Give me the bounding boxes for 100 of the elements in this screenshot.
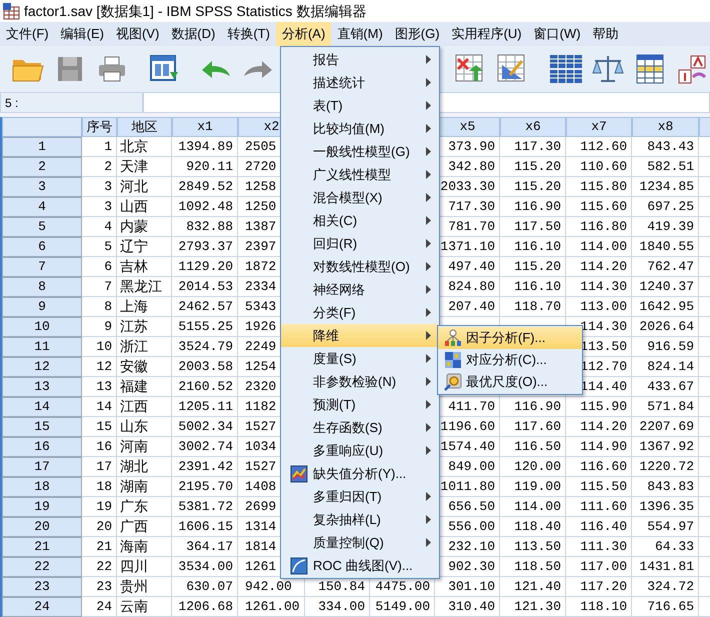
table-cell: 1220.72: [632, 457, 699, 477]
table-cell: 2003.58: [172, 357, 238, 377]
column-header[interactable]: x7: [566, 117, 632, 137]
submenu-arrow-icon: [426, 55, 431, 64]
table-cell: 1840.55: [632, 237, 699, 257]
table-cell: 114.00: [500, 497, 566, 517]
table-cell: 110.60: [566, 157, 632, 177]
row-header[interactable]: 15: [2, 417, 82, 437]
submenu-arrow-icon: [426, 78, 431, 87]
table-cell: 571.84: [632, 397, 699, 417]
table-cell: 113.50: [500, 537, 566, 557]
row-header[interactable]: 11: [2, 337, 82, 357]
menu-item[interactable]: 图形(G): [388, 22, 446, 46]
submenu-arrow-icon: [426, 492, 431, 501]
table-cell: 117.30: [500, 137, 566, 157]
table-cell: 115.20: [500, 157, 566, 177]
row-header[interactable]: 21: [2, 537, 82, 557]
table-cell: 324.72: [632, 577, 699, 597]
submenu-arrow-icon: [426, 308, 431, 317]
menu-item[interactable]: 文件(F): [0, 22, 55, 46]
row-header[interactable]: 3: [2, 177, 82, 197]
row-header[interactable]: 5: [2, 217, 82, 237]
row-header[interactable]: 20: [2, 517, 82, 537]
table-cell: 江苏: [117, 317, 172, 337]
row-header[interactable]: 24: [2, 597, 82, 617]
row-header[interactable]: 9: [2, 297, 82, 317]
table-cell: 湖南: [117, 477, 172, 497]
table-cell: 364.17: [172, 537, 238, 557]
row-header[interactable]: 4: [2, 197, 82, 217]
menu-item[interactable]: 直销(M): [331, 22, 389, 46]
table-cell: 115.20: [500, 177, 566, 197]
table-cell: 118.70: [500, 297, 566, 317]
table-cell: 1431.81: [632, 557, 699, 577]
table-cell: 3002.74: [172, 437, 238, 457]
table-cell: 121.40: [500, 577, 566, 597]
menu-item[interactable]: 帮助: [586, 22, 625, 46]
table-cell: 3: [82, 177, 117, 197]
table-cell: 116.10: [500, 237, 566, 257]
table-cell: 716.65: [632, 597, 699, 617]
app-icon: [3, 2, 20, 20]
table-cell: 3534.00: [172, 557, 238, 577]
table-cell: 116.60: [566, 457, 632, 477]
menu-item[interactable]: 数据(D): [165, 22, 222, 46]
menu-item[interactable]: 分析(A): [276, 22, 332, 46]
table-cell: 1206.68: [172, 597, 238, 617]
row-header[interactable]: 23: [2, 577, 82, 597]
row-header[interactable]: 12: [2, 357, 82, 377]
row-header[interactable]: 10: [2, 317, 82, 337]
row-header[interactable]: 19: [2, 497, 82, 517]
table-cell: 121.30: [500, 597, 566, 617]
table-cell: 广西: [117, 517, 172, 537]
menu-item[interactable]: 视图(V): [110, 22, 166, 46]
menu-item[interactable]: 表(T): [281, 94, 439, 117]
table-cell: 119.00: [500, 477, 566, 497]
row-header[interactable]: 8: [2, 277, 82, 297]
row-header[interactable]: 1: [2, 137, 82, 157]
table-cell: 1642.95: [632, 297, 699, 317]
row-header[interactable]: 7: [2, 257, 82, 277]
row-header[interactable]: 13: [2, 377, 82, 397]
column-header[interactable]: x1: [172, 117, 238, 137]
column-header[interactable]: 序号: [82, 117, 117, 137]
menu-item[interactable]: 编辑(E): [54, 22, 110, 46]
table-cell: 111.60: [566, 497, 632, 517]
row-header[interactable]: 14: [2, 397, 82, 417]
menu-item[interactable]: 转换(T): [221, 22, 276, 46]
window-title: factor1.sav [数据集1] - IBM SPSS Statistics 数据编辑器: [24, 2, 366, 21]
table-cell: 3: [82, 197, 117, 217]
table-cell: 广东: [117, 497, 172, 517]
table-cell: 2391.42: [172, 457, 238, 477]
table-cell: 7: [82, 277, 117, 297]
column-header[interactable]: 地区: [117, 117, 172, 137]
menu-item[interactable]: 描述统计: [281, 71, 439, 94]
menu-item[interactable]: 实用程序(U): [446, 22, 528, 46]
table-cell: 1129.20: [172, 257, 238, 277]
table-cell: 贵州: [117, 577, 172, 597]
table-cell: 8: [82, 297, 117, 317]
submenu-arrow-icon: [426, 170, 431, 179]
row-header[interactable]: 6: [2, 237, 82, 257]
table-cell: 四川: [117, 557, 172, 577]
row-header[interactable]: 2: [2, 157, 82, 177]
row-header[interactable]: 22: [2, 557, 82, 577]
submenu-arrow-icon: [426, 400, 431, 409]
table-cell: 山东: [117, 417, 172, 437]
menu-item[interactable]: 降维: [281, 324, 439, 347]
table-cell: 19: [82, 497, 117, 517]
table-cell: 117.50: [500, 217, 566, 237]
table-cell: 16: [82, 437, 117, 457]
row-header[interactable]: 16: [2, 437, 82, 457]
menu-item[interactable]: 报告: [281, 48, 439, 71]
row-header[interactable]: 17: [2, 457, 82, 477]
row-header[interactable]: 18: [2, 477, 82, 497]
table-cell: 6: [82, 257, 117, 277]
table-cell: 310.40: [435, 597, 500, 617]
table-cell: 697.25: [632, 197, 699, 217]
menu-item[interactable]: 因子分析(F)...: [438, 327, 582, 349]
table-cell: 115.50: [566, 477, 632, 497]
column-header[interactable]: x8: [632, 117, 699, 137]
table-cell: 2195.70: [172, 477, 238, 497]
column-header[interactable]: x6: [500, 117, 566, 137]
menu-item[interactable]: 窗口(W): [528, 22, 587, 46]
